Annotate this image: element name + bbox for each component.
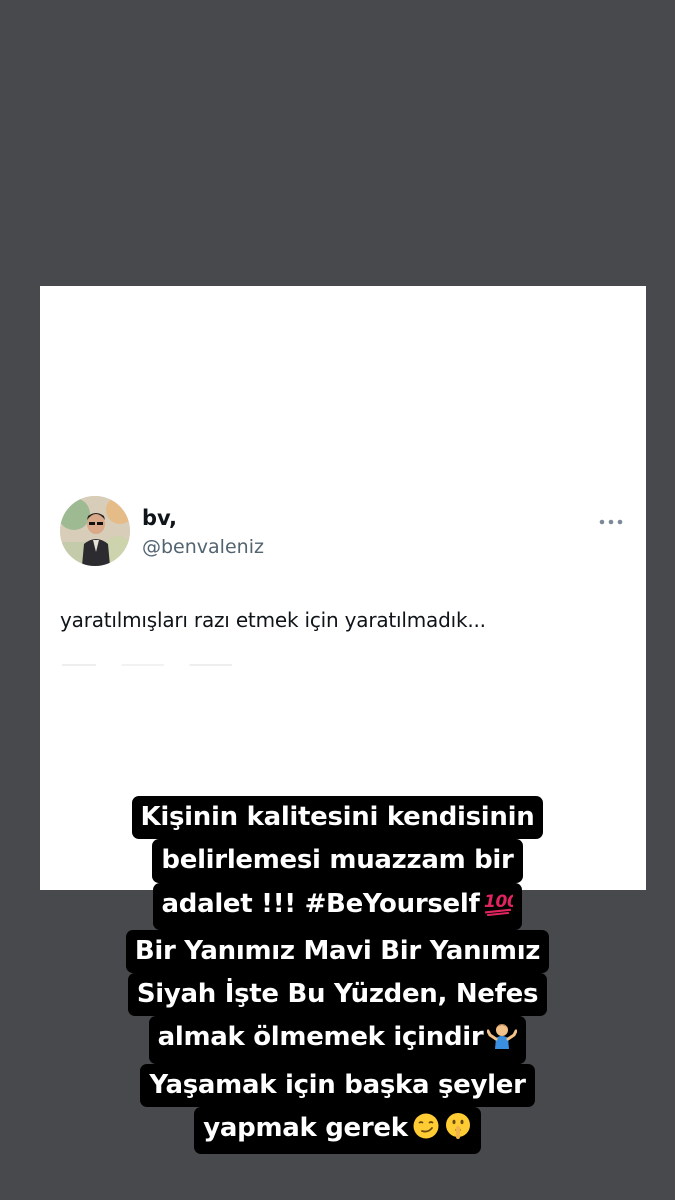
person-shrugging-emoji (486, 1020, 518, 1063)
caption-line: almak ölmemek içindir (148, 1016, 527, 1064)
more-horizontal-icon[interactable] (598, 512, 624, 525)
shushing-face-emoji (444, 1111, 472, 1154)
caption-line: Kişinin kalitesini kendisinin (131, 796, 544, 840)
caption-line: adalet !!! #BeYourself 100 (152, 882, 523, 930)
caption-line: Bir Yanımız Mavi Bir Yanımız (125, 929, 550, 974)
avatar (60, 496, 130, 566)
caption-line: Siyah İşte Bu Yüzden, Nefes (127, 973, 548, 1017)
tweet-text: yaratılmışları razı etmek için yaratılma… (60, 608, 486, 632)
display-name[interactable]: bv, (142, 506, 177, 530)
caption-line: belirlemesi muazzam bir (152, 839, 523, 883)
faint-divider (62, 664, 232, 666)
caption-line: yapmak gerek (194, 1107, 481, 1155)
smirking-face-emoji (412, 1111, 440, 1154)
user-handle[interactable]: @benvaleniz (142, 536, 264, 558)
caption-line: Yaşamak için başka şeyler (140, 1063, 535, 1108)
hundred-points-emoji: 100 (483, 887, 520, 930)
story-caption: Kişinin kalitesini kendisinin belirlemes… (0, 796, 675, 1155)
